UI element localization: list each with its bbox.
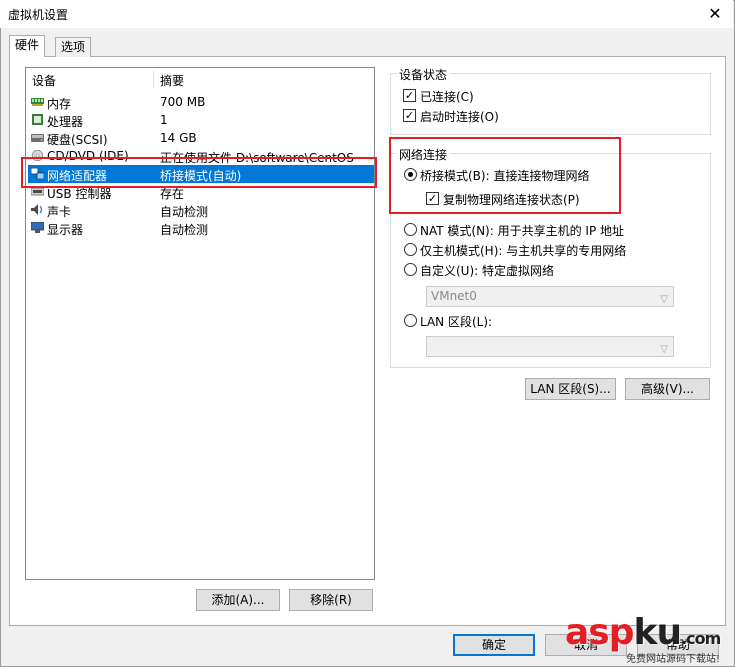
title-bar: 虚拟机设置 ✕ bbox=[0, 0, 733, 28]
connect-at-power-on-checkbox[interactable]: ✓ bbox=[403, 109, 416, 122]
ok-button[interactable]: 确定 bbox=[453, 634, 535, 656]
column-header-device[interactable]: 设备 bbox=[32, 72, 56, 89]
custom-network-select[interactable]: VMnet0 ▽ bbox=[426, 286, 674, 307]
host-only-radio[interactable] bbox=[404, 243, 417, 256]
device-row-harddisk[interactable]: 硬盘(SCSI) 14 GB bbox=[28, 129, 374, 147]
custom-network-value: VMnet0 bbox=[431, 289, 477, 303]
column-separator[interactable] bbox=[153, 71, 154, 88]
lan-segment-label[interactable]: LAN 区段(L): bbox=[420, 313, 492, 330]
connect-at-power-on-label[interactable]: 启动时连接(O) bbox=[420, 108, 499, 125]
column-header-summary[interactable]: 摘要 bbox=[160, 72, 184, 89]
device-row-memory[interactable]: 内存 700 MB bbox=[28, 93, 374, 111]
tab-hardware[interactable]: 硬件 bbox=[9, 35, 46, 57]
watermark-caption: 免费网站源码下载站! bbox=[626, 654, 721, 665]
tab-options[interactable]: 选项 bbox=[55, 37, 92, 57]
custom-radio[interactable] bbox=[404, 263, 417, 276]
nat-radio[interactable] bbox=[404, 223, 417, 236]
lan-segment-radio[interactable] bbox=[404, 314, 417, 327]
device-row-sound[interactable]: 声卡 自动检测 bbox=[28, 201, 374, 219]
lan-segment-select[interactable]: ▽ bbox=[426, 336, 674, 357]
highlight-box-network-row bbox=[21, 157, 377, 188]
remove-device-button[interactable]: 移除(R) bbox=[289, 589, 373, 611]
sound-icon bbox=[31, 204, 43, 215]
device-row-processor[interactable]: 处理器 1 bbox=[28, 111, 374, 129]
connected-label[interactable]: 已连接(C) bbox=[420, 88, 474, 105]
host-only-label[interactable]: 仅主机模式(H): 与主机共享的专用网络 bbox=[420, 242, 626, 259]
device-status-title: 设备状态 bbox=[396, 66, 451, 83]
memory-icon bbox=[31, 98, 44, 106]
device-row-monitor[interactable]: 显示器 自动检测 bbox=[28, 219, 374, 237]
monitor-icon bbox=[31, 222, 44, 233]
highlight-box-network-connection bbox=[389, 137, 621, 214]
lan-segments-button[interactable]: LAN 区段(S)... bbox=[525, 378, 616, 400]
nat-label[interactable]: NAT 模式(N): 用于共享主机的 IP 地址 bbox=[420, 222, 624, 239]
watermark-logo: aspku.com bbox=[565, 612, 721, 653]
add-device-button[interactable]: 添加(A)... bbox=[196, 589, 280, 611]
harddisk-icon bbox=[31, 134, 44, 142]
window-title: 虚拟机设置 bbox=[8, 8, 69, 22]
connected-checkbox[interactable]: ✓ bbox=[403, 89, 416, 102]
advanced-button[interactable]: 高级(V)... bbox=[625, 378, 710, 400]
chevron-down-icon: ▽ bbox=[660, 294, 668, 305]
chevron-down-icon: ▽ bbox=[660, 344, 668, 355]
processor-icon bbox=[32, 114, 43, 125]
custom-label[interactable]: 自定义(U): 特定虚拟网络 bbox=[420, 262, 554, 279]
close-icon[interactable]: ✕ bbox=[698, 0, 732, 28]
